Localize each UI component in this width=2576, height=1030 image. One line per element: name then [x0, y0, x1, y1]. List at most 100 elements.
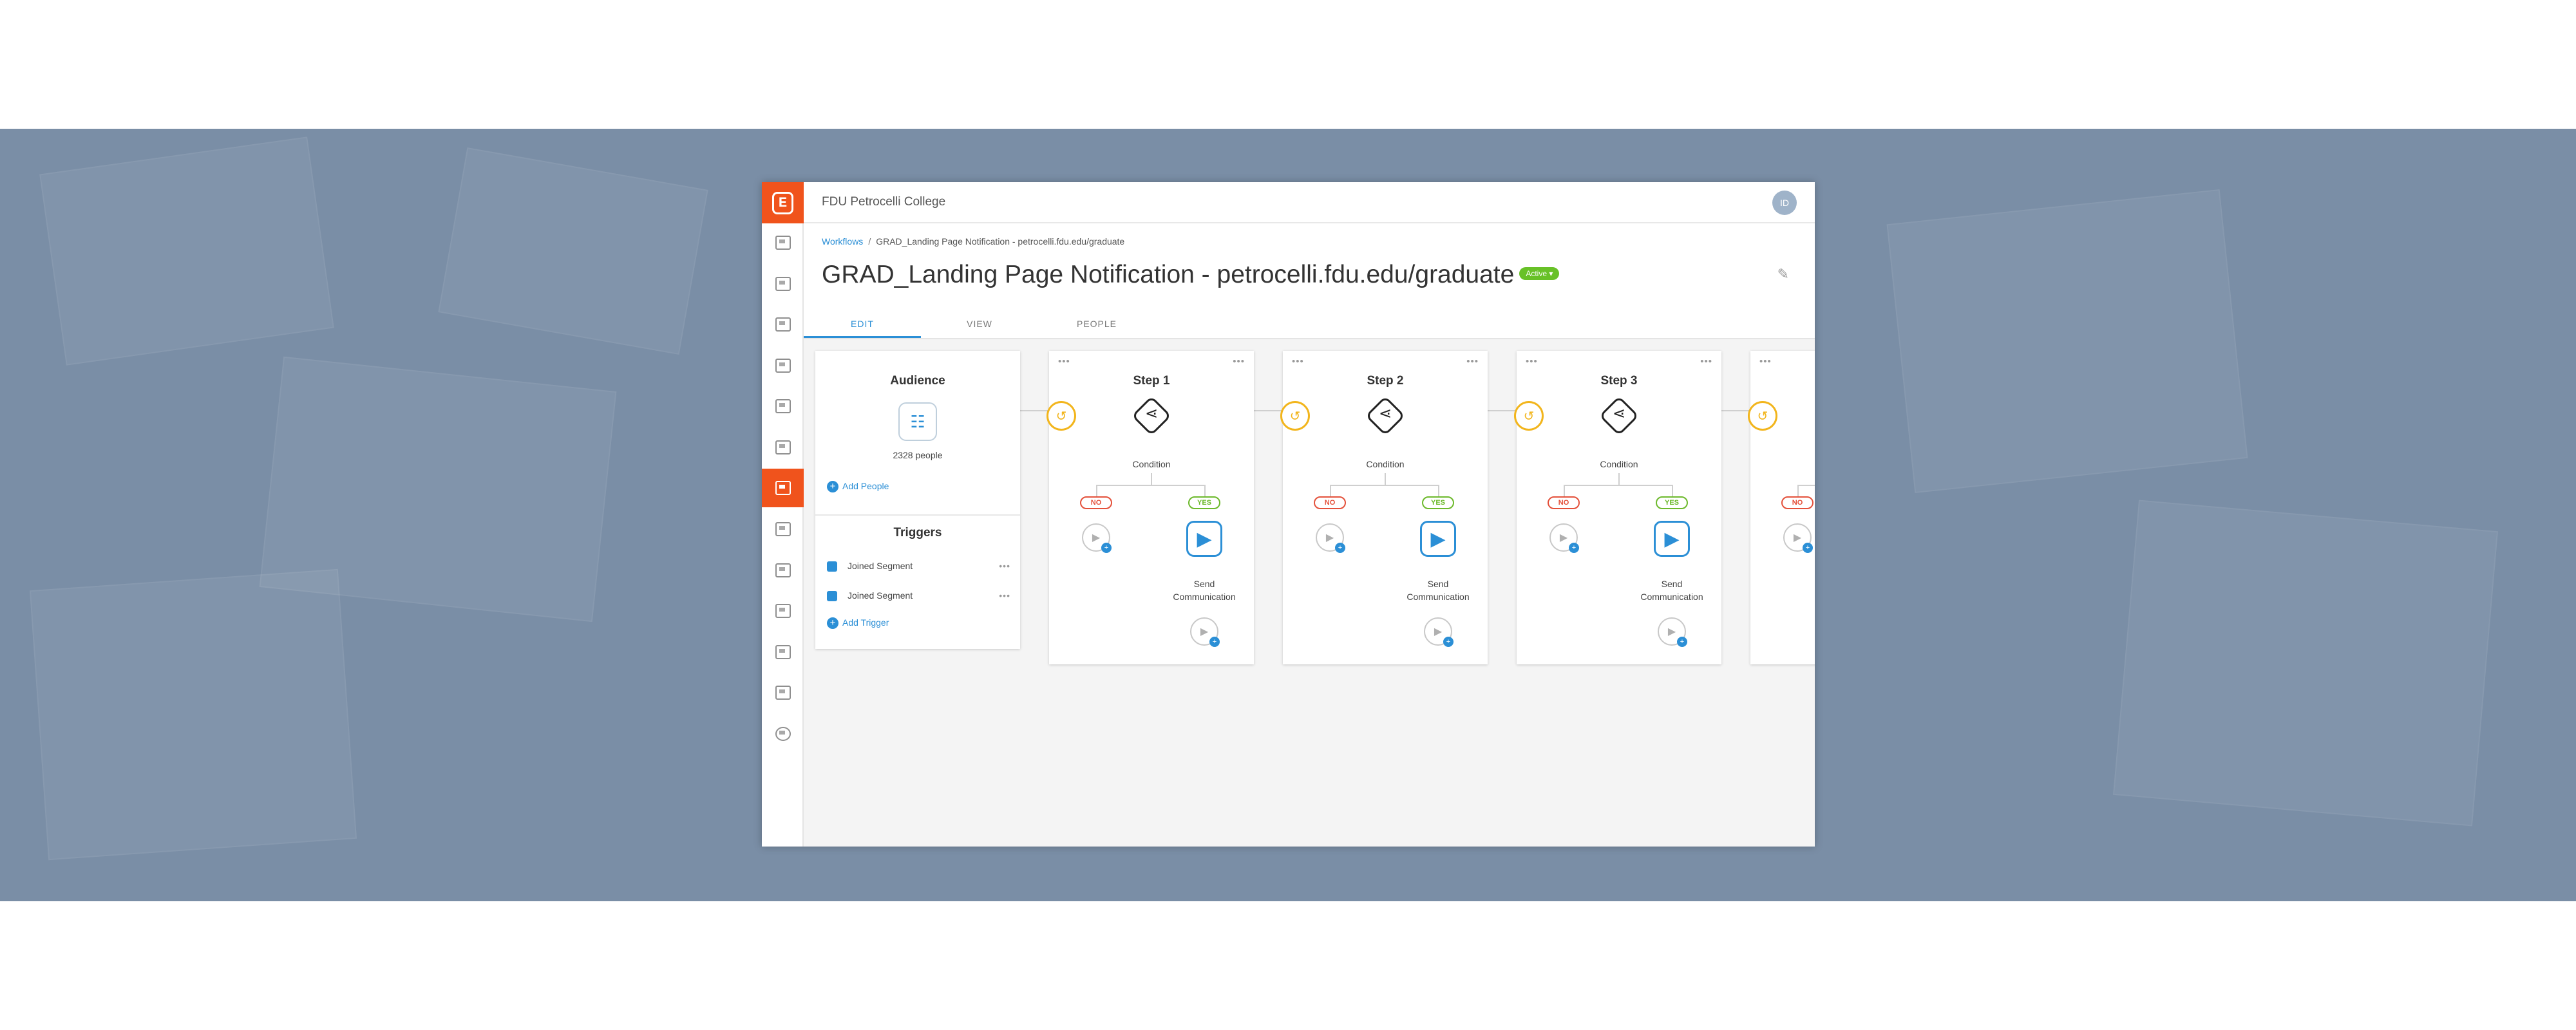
- status-badge-label: Active: [1526, 268, 1548, 278]
- more-options-icon[interactable]: •••: [1700, 356, 1712, 367]
- connector: [1797, 485, 1815, 486]
- drag-handle-icon[interactable]: •••: [1526, 356, 1538, 367]
- add-action-button[interactable]: ▶ +: [1316, 523, 1345, 553]
- send-communication-label: Send Communication: [1399, 577, 1477, 603]
- drag-handle-icon[interactable]: •••: [1292, 356, 1304, 367]
- sidebar-item-events[interactable]: [762, 510, 804, 548]
- connector: [1672, 485, 1673, 496]
- play-icon: ▶: [1793, 532, 1802, 543]
- trigger-label: Joined Segment: [848, 590, 913, 601]
- tab-edit[interactable]: EDIT: [804, 312, 921, 338]
- add-action-button[interactable]: ▶ +: [1190, 617, 1220, 647]
- connector: [1797, 485, 1799, 496]
- step-title: Step 1: [1133, 374, 1170, 388]
- sidebar-item-files[interactable]: [762, 673, 804, 712]
- sidebar-item-workflows[interactable]: [762, 469, 804, 507]
- page-title-text: GRAD_Landing Page Notification - petroce…: [822, 261, 1515, 288]
- plus-icon: +: [1443, 637, 1454, 647]
- divider: [815, 514, 1020, 516]
- workflow-canvas: Audience ☷ 2328 people + Add People Trigg…: [804, 339, 1815, 847]
- branch-icon: ⋖: [1612, 405, 1626, 422]
- condition-node[interactable]: ⋖: [1365, 395, 1406, 436]
- add-action-button[interactable]: ▶ +: [1658, 617, 1687, 647]
- delay-clock-icon[interactable]: ↺: [1046, 401, 1076, 431]
- no-branch-label: NO: [1314, 496, 1346, 509]
- app-logo[interactable]: E: [762, 182, 804, 223]
- more-options-icon[interactable]: •••: [999, 590, 1010, 601]
- sidebar-item-dashboard[interactable]: [762, 223, 804, 262]
- condition-label: Condition: [1600, 459, 1638, 469]
- workflow-icon: [775, 481, 791, 495]
- image-icon: [775, 359, 791, 373]
- send-label-line1: Send: [1193, 579, 1215, 589]
- send-label-line1: Send: [1661, 579, 1683, 589]
- background-texture: [1886, 189, 2248, 494]
- send-communication-label: Send Communication: [1633, 577, 1710, 603]
- send-communication-node[interactable]: ▶: [1420, 521, 1456, 557]
- delay-clock-icon[interactable]: ↺: [1280, 401, 1310, 431]
- add-trigger-button[interactable]: + Add Trigger: [827, 617, 889, 629]
- add-people-button[interactable]: + Add People: [827, 481, 889, 492]
- background-texture: [2113, 500, 2498, 827]
- trigger-label: Joined Segment: [848, 561, 913, 571]
- status-badge[interactable]: Active ▾: [1519, 267, 1560, 280]
- sidebar-item-media[interactable]: [762, 346, 804, 385]
- pencil-icon[interactable]: ✎: [1777, 266, 1789, 283]
- add-action-button[interactable]: ▶ +: [1549, 523, 1579, 553]
- sidebar-item-forms[interactable]: [762, 551, 804, 590]
- drag-handle-icon[interactable]: •••: [1058, 356, 1070, 367]
- document-icon: [775, 277, 791, 291]
- connector: [1096, 485, 1097, 496]
- more-options-icon[interactable]: •••: [1233, 356, 1245, 367]
- play-icon: ▶: [1667, 626, 1676, 637]
- sidebar: E: [762, 182, 804, 847]
- condition-node[interactable]: ⋖: [1131, 395, 1172, 436]
- sidebar-item-settings[interactable]: [762, 715, 804, 753]
- triggers-title: Triggers: [893, 526, 942, 539]
- add-action-button[interactable]: ▶ +: [1424, 617, 1454, 647]
- connector: [1564, 485, 1565, 496]
- organization-name: FDU Petrocelli College: [822, 195, 946, 209]
- send-communication-node[interactable]: ▶: [1186, 521, 1222, 557]
- folder-icon: [775, 686, 791, 700]
- plus-icon: +: [827, 481, 838, 492]
- condition-label: Condition: [1366, 459, 1405, 469]
- add-trigger-label: Add Trigger: [842, 617, 889, 628]
- send-communication-label: Send Communication: [1166, 577, 1243, 603]
- plus-icon: +: [1101, 543, 1112, 553]
- tab-people[interactable]: PEOPLE: [1038, 312, 1155, 338]
- people-icon[interactable]: ☷: [898, 402, 937, 441]
- tab-view[interactable]: VIEW: [921, 312, 1038, 338]
- send-label-line2: Communication: [1406, 592, 1470, 602]
- sidebar-item-messages[interactable]: [762, 387, 804, 426]
- breadcrumb-workflows-link[interactable]: Workflows: [822, 236, 863, 247]
- calendar-icon: [775, 522, 791, 536]
- sidebar-item-lists[interactable]: [762, 592, 804, 630]
- avatar[interactable]: ID: [1772, 191, 1797, 215]
- connector: [1618, 473, 1620, 485]
- no-branch-label: NO: [1548, 496, 1580, 509]
- trigger-item[interactable]: Joined Segment •••: [827, 561, 1010, 572]
- sidebar-item-pages[interactable]: [762, 265, 804, 303]
- send-communication-node[interactable]: ▶: [1654, 521, 1690, 557]
- delay-clock-icon[interactable]: ↺: [1748, 401, 1777, 431]
- drag-handle-icon[interactable]: •••: [1759, 356, 1772, 367]
- trigger-item[interactable]: Joined Segment •••: [827, 590, 1010, 602]
- condition-label: Condition: [1132, 459, 1171, 469]
- audience-count: 2328 people: [893, 450, 943, 460]
- delay-clock-icon[interactable]: ↺: [1514, 401, 1544, 431]
- play-icon: ▶: [1559, 532, 1568, 543]
- sidebar-item-people[interactable]: [762, 305, 804, 344]
- tab-bar: EDIT VIEW PEOPLE: [804, 312, 1155, 338]
- sidebar-item-reports[interactable]: [762, 633, 804, 671]
- yes-branch-label: YES: [1656, 496, 1688, 509]
- add-action-button[interactable]: ▶ +: [1783, 523, 1813, 553]
- plus-icon: +: [1209, 637, 1220, 647]
- condition-node[interactable]: ⋖: [1598, 395, 1640, 436]
- sidebar-item-email[interactable]: [762, 428, 804, 467]
- more-options-icon[interactable]: •••: [1466, 356, 1479, 367]
- yes-branch-label: YES: [1422, 496, 1454, 509]
- add-action-button[interactable]: ▶ +: [1082, 523, 1112, 553]
- add-people-label: Add People: [842, 481, 889, 491]
- more-options-icon[interactable]: •••: [999, 561, 1010, 571]
